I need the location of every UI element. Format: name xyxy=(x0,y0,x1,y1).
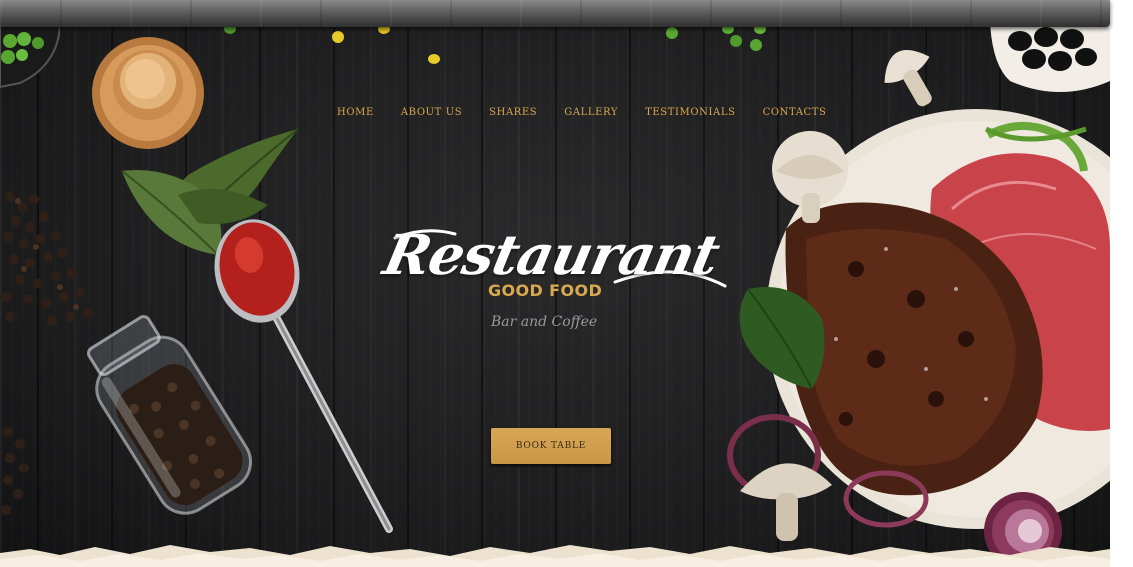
brand-tagline: GOOD FOOD xyxy=(488,281,603,300)
corn-kernels-icon xyxy=(224,27,766,64)
nav-about-us-link[interactable]: ABOUT US xyxy=(401,107,462,118)
nav-gallery-link[interactable]: GALLERY xyxy=(564,107,618,118)
torn-paper-edge xyxy=(0,545,1110,567)
browser-top-bar xyxy=(0,0,1110,27)
page-right-gutter xyxy=(1110,0,1133,567)
nav-home-link[interactable]: HOME xyxy=(337,107,374,118)
brand-subtitle: Bar and Coffee xyxy=(491,314,598,330)
hero-section: HOME ABOUT US SHARES GALLERY TESTIMONIAL… xyxy=(0,27,1110,567)
main-navigation: HOME ABOUT US SHARES GALLERY TESTIMONIAL… xyxy=(337,107,854,118)
brand-title: Restaurant xyxy=(378,222,725,287)
peppercorn-bottom-icon xyxy=(1,427,29,515)
mushroom-bottom-icon xyxy=(740,463,832,541)
restaurant-landing-page: HOME ABOUT US SHARES GALLERY TESTIMONIAL… xyxy=(0,0,1133,567)
book-table-button[interactable]: BOOK TABLE xyxy=(491,428,611,464)
nav-testimonials-link[interactable]: TESTIMONIALS xyxy=(645,107,736,118)
peas-icon xyxy=(0,27,60,89)
spoon-icon xyxy=(214,219,393,533)
nav-contacts-link[interactable]: CONTACTS xyxy=(763,107,827,118)
olives-bowl-icon xyxy=(990,27,1110,92)
nav-shares-link[interactable]: SHARES xyxy=(489,107,537,118)
